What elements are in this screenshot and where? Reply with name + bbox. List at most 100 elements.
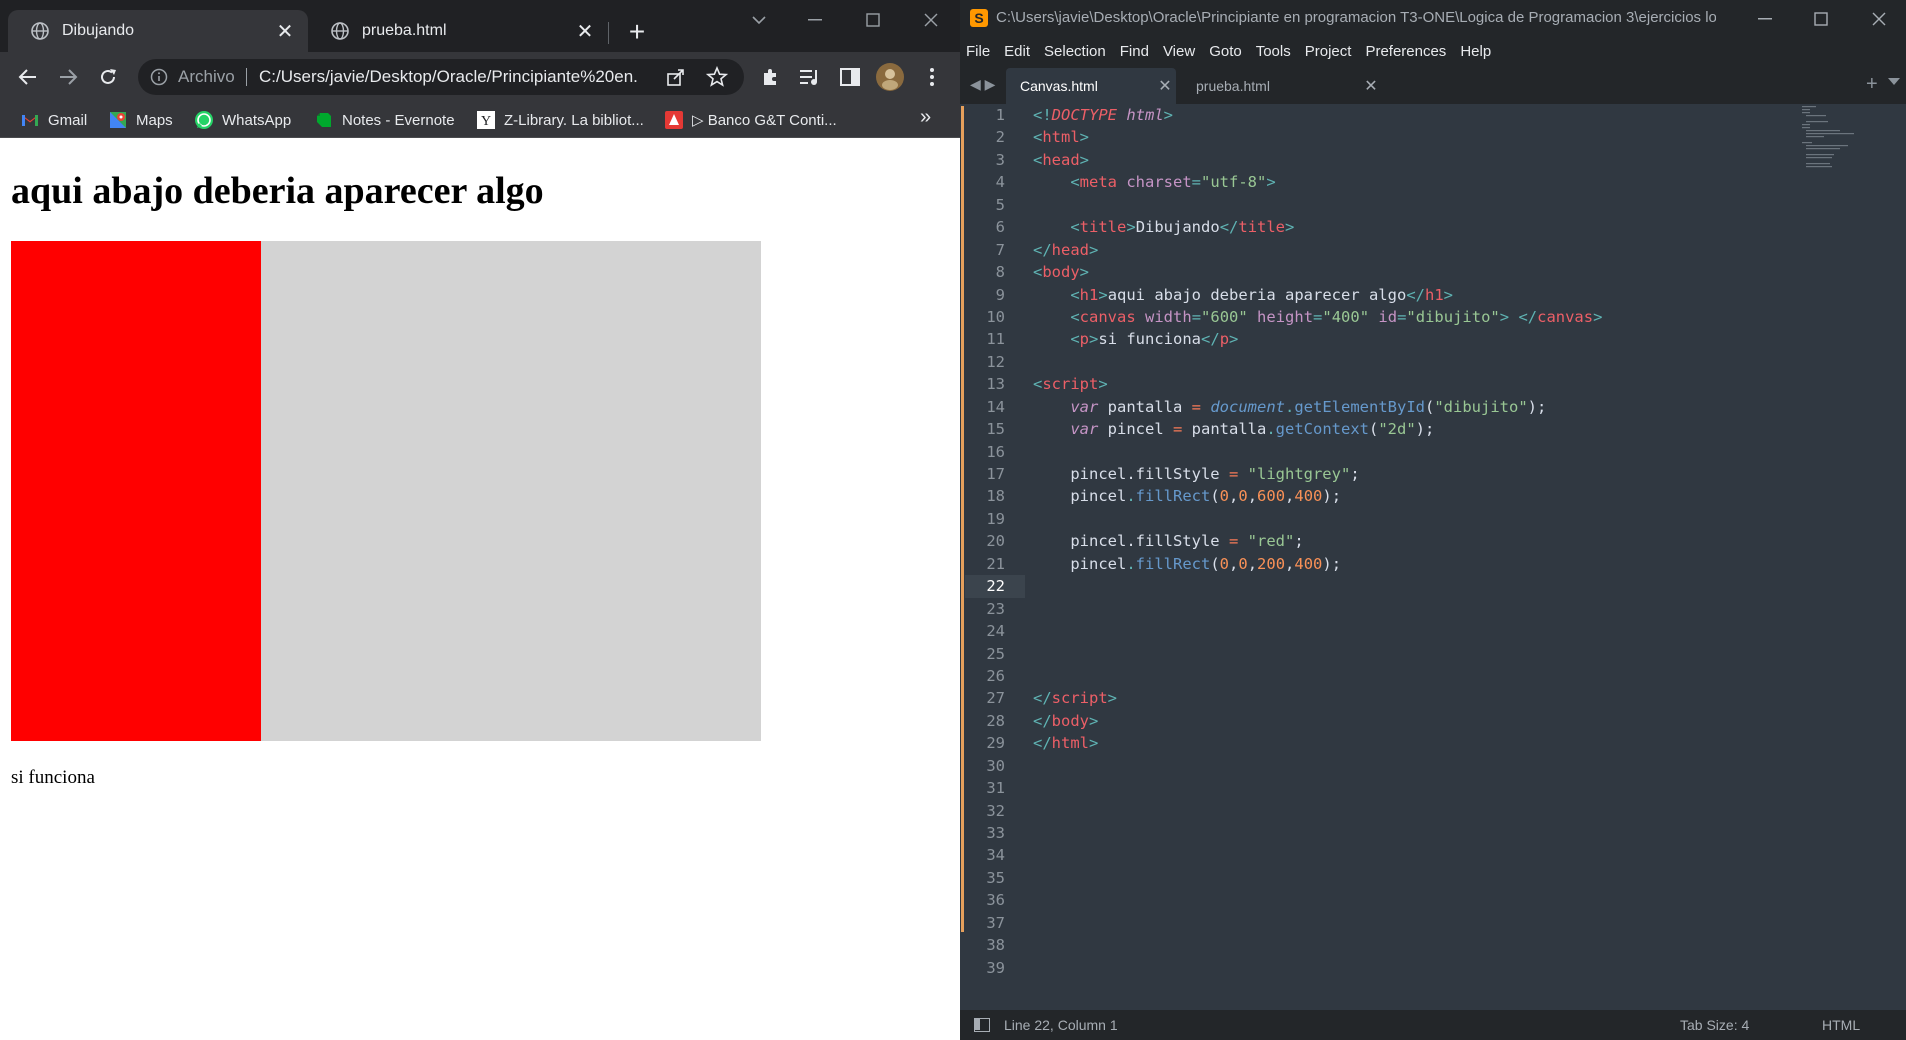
more-bookmarks-chevron-icon[interactable]: » (920, 106, 931, 129)
line-number: 36 (986, 891, 1005, 910)
menu-view[interactable]: View (1163, 43, 1195, 60)
maximize-icon[interactable] (858, 8, 888, 32)
tab-prueba[interactable]: prueba.html ✕ (308, 10, 608, 52)
share-icon[interactable] (666, 67, 686, 92)
line-number: 3 (995, 150, 1005, 169)
code-area[interactable]: <!DOCTYPE html> <html> <head> <meta char… (1033, 104, 1823, 755)
minimize-icon[interactable] (800, 8, 830, 32)
line-number: 38 (986, 936, 1005, 955)
more-menu-icon[interactable] (918, 63, 946, 91)
close-icon[interactable]: ✕ (272, 18, 298, 44)
line-number: 23 (986, 599, 1005, 618)
tab-size[interactable]: Tab Size: 4 (1680, 1017, 1749, 1033)
new-tab-button[interactable]: + (622, 18, 652, 48)
line-number: 21 (986, 554, 1005, 573)
menu-tools[interactable]: Tools (1256, 43, 1291, 60)
code-line: </body> (1033, 711, 1099, 730)
line-number: 32 (986, 801, 1005, 820)
bank-icon (665, 111, 683, 129)
bookmark-evernote[interactable]: Notes - Evernote (314, 108, 455, 132)
minimize-icon[interactable] (1750, 7, 1780, 31)
bookmark-whatsapp[interactable]: WhatsApp (194, 108, 291, 132)
tab-nav-arrows-icon[interactable]: ◀ ▶ (970, 76, 995, 93)
minimap[interactable] (1798, 104, 1898, 184)
maps-icon (110, 112, 126, 128)
syntax-mode[interactable]: HTML (1822, 1017, 1860, 1033)
code-line: </script> (1033, 689, 1118, 708)
star-icon[interactable] (705, 65, 729, 93)
bookmark-label: WhatsApp (222, 111, 292, 129)
line-number: 25 (986, 644, 1005, 663)
editor-tab-prueba[interactable]: prueba.html ✕ (1182, 68, 1382, 104)
editor-tab-bar: ◀ ▶ Canvas.html ✕ prueba.html ✕ + (960, 64, 1906, 104)
editor-tab-canvas[interactable]: Canvas.html ✕ (1006, 68, 1176, 104)
menu-selection[interactable]: Selection (1044, 43, 1106, 60)
bookmark-bank[interactable]: ▷ Banco G&T Conti... (664, 108, 837, 132)
code-line: <!DOCTYPE html> (1033, 106, 1174, 124)
tab-dibujando[interactable]: Dibujando ✕ (8, 10, 308, 52)
gmail-icon (22, 115, 38, 126)
code-line: <p>si funciona</p> (1070, 330, 1239, 349)
menu-help[interactable]: Help (1460, 43, 1491, 60)
page-viewport: aqui abajo deberia aparecer algo si func… (0, 139, 960, 1040)
new-file-plus-icon[interactable]: + (1866, 73, 1878, 96)
file-scheme-label: Archivo (178, 67, 235, 86)
code-line: var pincel = pantalla.getContext("2d"); (1070, 420, 1435, 439)
profile-avatar[interactable] (876, 63, 904, 91)
code-line: <body> (1033, 263, 1090, 282)
maximize-icon[interactable] (1806, 7, 1836, 31)
forward-arrow-icon[interactable] (54, 63, 82, 91)
menu-find[interactable]: Find (1120, 43, 1149, 60)
window-close-icon[interactable] (916, 8, 946, 32)
page-paragraph: si funciona (11, 767, 95, 788)
menu-file[interactable]: File (966, 43, 990, 60)
panel-toggle-icon[interactable] (974, 1018, 990, 1032)
line-number: 18 (986, 487, 1005, 506)
close-icon[interactable]: ✕ (572, 18, 598, 44)
bookmark-gmail[interactable]: Gmail (20, 108, 87, 132)
code-line: </html> (1033, 734, 1099, 753)
reload-icon[interactable] (94, 63, 122, 91)
editor-tab-label: Canvas.html (1020, 78, 1098, 94)
side-panel-icon[interactable] (836, 63, 864, 91)
close-icon[interactable]: ✕ (1154, 76, 1176, 96)
line-number: 28 (986, 711, 1005, 730)
whatsapp-icon (195, 111, 213, 129)
line-number: 6 (995, 218, 1005, 237)
info-icon[interactable] (150, 68, 168, 86)
menu-edit[interactable]: Edit (1004, 43, 1030, 60)
line-number: 20 (986, 532, 1005, 551)
extensions-icon[interactable] (756, 63, 784, 91)
address-bar[interactable]: Archivo C:/Users/javie/Desktop/Oracle/Pr… (138, 59, 744, 95)
bookmark-zlibrary[interactable]: Y Z-Library. La bibliot... (476, 108, 644, 132)
browser-toolbar: Archivo C:/Users/javie/Desktop/Oracle/Pr… (0, 52, 960, 102)
url-text[interactable]: C:/Users/javie/Desktop/Oracle/Principian… (259, 67, 639, 87)
line-number: 34 (986, 846, 1005, 865)
code-line: <html> (1033, 128, 1090, 147)
line-number: 10 (986, 307, 1005, 326)
menu-project[interactable]: Project (1305, 43, 1352, 60)
back-arrow-icon[interactable] (14, 63, 42, 91)
tab-dropdown-icon[interactable] (1888, 78, 1900, 85)
line-number: 7 (995, 240, 1005, 259)
code-line: <meta charset="utf-8"> (1070, 173, 1276, 192)
menu-preferences[interactable]: Preferences (1365, 43, 1446, 60)
bookmark-label: Notes - Evernote (342, 111, 455, 129)
code-line: pincel.fillRect(0,0,200,400); (1033, 554, 1342, 573)
code-line: <title>Dibujando</title> (1070, 218, 1295, 237)
code-line: pincel.fillStyle = "red"; (1033, 532, 1304, 551)
window-close-icon[interactable] (1864, 7, 1894, 31)
media-queue-icon[interactable] (796, 63, 824, 91)
close-icon[interactable]: ✕ (1360, 76, 1382, 96)
bookmark-maps[interactable]: Maps (108, 108, 173, 132)
line-number: 9 (995, 285, 1005, 304)
menu-goto[interactable]: Goto (1209, 43, 1242, 60)
tab-search-icon[interactable] (744, 8, 774, 32)
